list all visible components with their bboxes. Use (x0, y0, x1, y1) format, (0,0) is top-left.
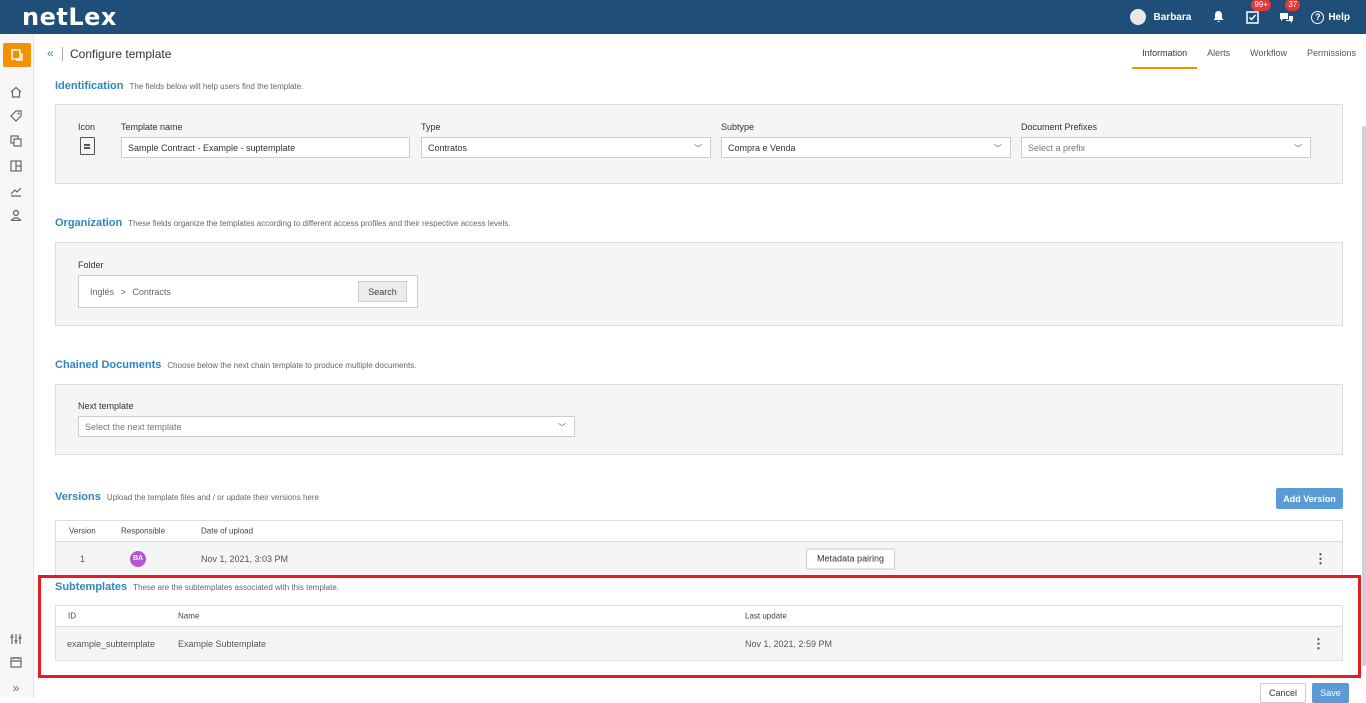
metadata-pairing-button[interactable]: Metadata pairing (806, 548, 896, 569)
folder-label: Folder (78, 260, 104, 270)
board-icon[interactable] (9, 159, 23, 173)
template-name-label: Template name (121, 122, 183, 132)
prefix-select[interactable]: Select a prefix ﹀ (1021, 137, 1311, 158)
calendar-icon[interactable] (9, 655, 23, 669)
tasks-badge: 99+ (1251, 0, 1271, 11)
chevron-down-icon: ﹀ (994, 144, 1002, 153)
tasks-icon[interactable]: 99+ (1243, 0, 1271, 26)
help-icon: ? (1311, 10, 1325, 24)
expand-icon[interactable]: » (9, 681, 23, 695)
tab-permissions[interactable]: Permissions (1297, 46, 1366, 69)
save-button[interactable]: Save (1312, 683, 1349, 703)
collapse-icon[interactable]: « (47, 46, 54, 60)
page-title: Configure template (70, 47, 172, 61)
chevron-down-icon: ﹀ (694, 144, 702, 153)
folder-root: Inglés (90, 287, 115, 297)
home-icon[interactable] (9, 85, 23, 99)
folder-breadcrumb[interactable]: Inglés > Contracts (90, 287, 171, 297)
versions-title: Versions Upload the template files and / … (55, 491, 319, 503)
templates-icon[interactable] (3, 43, 31, 67)
versions-heading: Versions (55, 491, 101, 503)
version-number: 1 (80, 553, 86, 564)
user-name[interactable]: Barbara (1154, 12, 1192, 23)
search-button[interactable]: Search (358, 281, 407, 302)
subtype-value: Compra e Venda (728, 142, 796, 153)
organization-heading: Organization (55, 217, 123, 229)
upload-date: Nov 1, 2021, 3:03 PM (201, 553, 289, 564)
type-label: Type (421, 122, 441, 132)
help-label: Help (1328, 11, 1350, 23)
column-header: Version (69, 526, 96, 536)
next-template-label: Next template (78, 401, 134, 411)
left-sidebar: » (0, 34, 34, 698)
cancel-button[interactable]: Cancel (1260, 683, 1306, 703)
versions-subtitle: Upload the template files and / or updat… (106, 493, 319, 502)
chevron-down-icon: ﹀ (558, 423, 566, 432)
netlex-logo[interactable]: netLex (22, 3, 117, 31)
chat-badge: 37 (1285, 0, 1301, 11)
identification-heading: Identification (55, 80, 124, 92)
folder-field: Inglés > Contracts Search (78, 275, 418, 308)
add-version-button[interactable]: Add Version (1276, 488, 1343, 509)
chat-icon[interactable]: 37 (1277, 0, 1301, 26)
chained-title: Chained Documents Choose below the next c… (55, 359, 416, 371)
document-icon[interactable] (80, 137, 95, 155)
copy-icon[interactable] (9, 134, 23, 148)
breadcrumb-separator: > (120, 287, 126, 297)
user-avatar[interactable] (1129, 9, 1146, 25)
highlight-box (38, 575, 1361, 678)
chained-panel: Next template Select the next template ﹀ (55, 384, 1343, 455)
table-row[interactable]: 1 BA Nov 1, 2021, 3:03 PM Metadata pairi… (56, 542, 1342, 575)
sliders-icon[interactable] (9, 632, 23, 646)
chained-heading: Chained Documents (55, 359, 162, 371)
header-divider (62, 47, 63, 61)
versions-table: Version Responsible Date of upload 1 BA … (55, 520, 1343, 576)
icon-label: Icon (78, 122, 96, 132)
chart-icon[interactable] (9, 184, 23, 198)
user-icon[interactable] (9, 208, 23, 222)
organization-panel: Folder Inglés > Contracts Search (55, 242, 1343, 326)
versions-header: Version Responsible Date of upload (56, 521, 1342, 542)
next-template-placeholder: Select the next template (85, 421, 182, 432)
identification-subtitle: The fields below will help users find th… (129, 82, 304, 91)
prefix-placeholder: Select a prefix (1028, 142, 1086, 153)
tag-icon[interactable] (9, 109, 23, 123)
chained-subtitle: Choose below the next chain template to … (167, 361, 417, 370)
organization-subtitle: These fields organize the templates acco… (128, 219, 511, 228)
template-name-input[interactable]: Sample Contract - Example - suptemplate (121, 137, 410, 158)
avatar: BA (130, 550, 146, 567)
scrollbar[interactable] (1362, 126, 1366, 666)
tabs: Information Alerts Workflow Permissions (1132, 46, 1366, 69)
subtype-label: Subtype (721, 122, 755, 132)
next-template-select[interactable]: Select the next template ﹀ (78, 416, 575, 437)
identification-title: Identification The fields below will help… (55, 80, 303, 92)
column-header: Date of upload (201, 526, 254, 536)
organization-title: Organization These fields organize the te… (55, 217, 511, 229)
tab-information[interactable]: Information (1132, 46, 1198, 69)
folder-child: Contracts (132, 287, 171, 297)
tab-workflow[interactable]: Workflow (1240, 46, 1297, 69)
identification-panel: Icon Template name Sample Contract - Exa… (55, 104, 1343, 184)
help-button[interactable]: ? Help (1311, 10, 1350, 24)
top-bar: netLex Barbara 99+ 37 ? Help (0, 0, 1366, 34)
more-options-icon[interactable]: ⋮ (1314, 551, 1327, 567)
subtype-select[interactable]: Compra e Venda ﹀ (721, 137, 1011, 158)
chevron-down-icon: ﹀ (1294, 144, 1302, 153)
bell-icon[interactable] (1209, 8, 1227, 26)
prefix-label: Document Prefixes (1021, 122, 1098, 132)
tab-alerts[interactable]: Alerts (1197, 46, 1240, 69)
type-value: Contratos (428, 142, 468, 153)
main-content: « Configure template Information Alerts … (34, 34, 1366, 703)
type-select[interactable]: Contratos ﹀ (421, 137, 711, 158)
column-header: Responsible (121, 526, 166, 536)
